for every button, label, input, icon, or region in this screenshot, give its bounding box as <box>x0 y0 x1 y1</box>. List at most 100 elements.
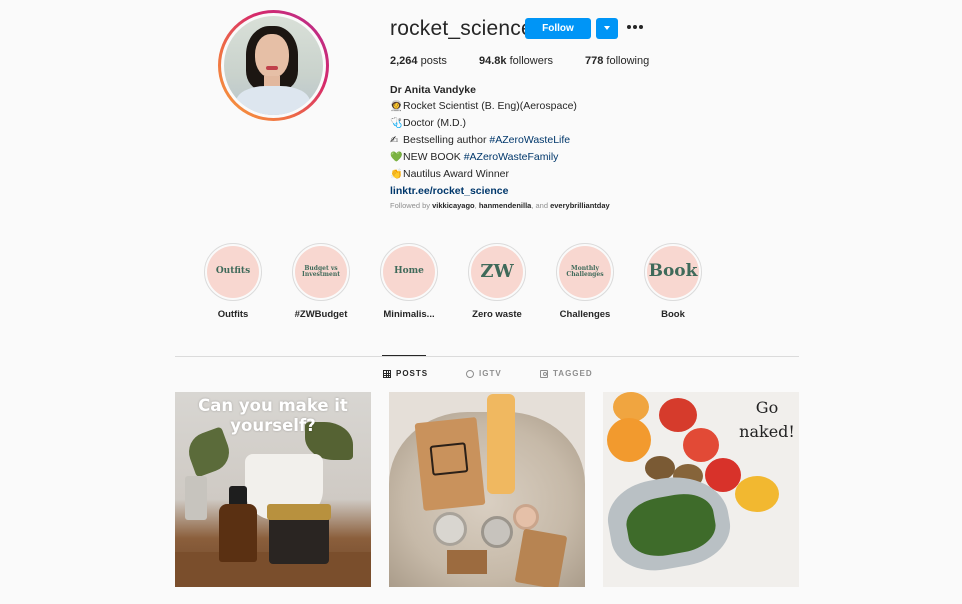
profile-bio: Dr Anita Vandyke 👩‍🚀Rocket Scientist (B.… <box>390 82 577 199</box>
highlight-cover: Book <box>647 246 699 298</box>
bio-line: 👩‍🚀Rocket Scientist (B. Eng)(Aerospace) <box>390 98 577 115</box>
orange-shape <box>607 418 651 462</box>
highlight-label: Challenges <box>559 309 611 320</box>
highlight-outfits[interactable]: Outfits Outfits <box>203 243 263 320</box>
follower-username[interactable]: everybrilliantday <box>550 201 610 210</box>
tab-label: POSTS <box>396 369 429 378</box>
tin-shape <box>433 512 467 546</box>
active-tab-indicator <box>382 355 426 356</box>
posts-count: 2,264 posts <box>390 55 447 67</box>
posts-count-value: 2,264 <box>390 55 418 67</box>
highlight-cover-ring: Monthly Challenges <box>556 243 614 301</box>
highlight-cover-ring: Home <box>380 243 438 301</box>
highlight-label: Book <box>661 309 685 320</box>
tin-shape <box>481 516 513 548</box>
stethoscope-emoji-icon: 🩺 <box>390 118 403 129</box>
post-overlay-text: Go naked! <box>739 398 795 441</box>
apple-shape <box>659 398 697 432</box>
card-shape <box>447 550 487 574</box>
bio-line-text: Nautilus Award Winner <box>403 168 510 180</box>
highlight-label: Minimalis... <box>383 309 435 320</box>
highlight-label: Outfits <box>217 309 249 320</box>
lemon-shape <box>735 476 779 512</box>
profile-website-link[interactable]: linktr.ee/rocket_science <box>390 183 577 199</box>
bio-line: 💚NEW BOOK #AZeroWasteFamily <box>390 149 577 166</box>
highlight-cover-ring: Book <box>644 243 702 301</box>
bio-line-text: Bestselling author <box>403 134 490 146</box>
writing-hand-emoji-icon: ✍ <box>390 135 399 146</box>
dot-icon <box>627 25 631 29</box>
bio-line-text: Rocket Scientist (B. Eng)(Aerospace) <box>403 100 577 112</box>
highlight-cover-ring: Outfits <box>204 243 262 301</box>
highlight-zwbudget[interactable]: Budget vs Investment #ZWBudget <box>291 243 351 320</box>
tab-posts[interactable]: POSTS <box>383 369 428 378</box>
hashtag-link[interactable]: #AZeroWasteLife <box>489 134 570 146</box>
avatar-face <box>255 34 289 78</box>
post-thumbnail[interactable] <box>389 392 585 587</box>
profile-username: rocket_science <box>390 17 533 40</box>
highlight-minimalism[interactable]: Home Minimalis... <box>379 243 439 320</box>
post-thumbnail[interactable]: Go naked! <box>603 392 799 587</box>
igtv-icon <box>466 369 474 378</box>
post-thumbnail[interactable]: Can you make it yourself? <box>175 392 371 587</box>
tagged-icon <box>540 369 548 378</box>
highlight-book[interactable]: Book Book <box>643 243 703 320</box>
following-count-label: following <box>606 55 650 67</box>
clapping-hands-emoji-icon: 👏 <box>390 169 403 180</box>
tin-shape <box>513 504 539 530</box>
bio-line: 🩺Doctor (M.D.) <box>390 115 577 132</box>
kiwi-shape <box>645 456 675 480</box>
highlight-zero-waste[interactable]: ZW Zero waste <box>467 243 527 320</box>
followed-by-prefix: Followed by <box>390 201 433 210</box>
bio-line-text: Doctor (M.D.) <box>403 117 466 129</box>
astronaut-emoji-icon: 👩‍🚀 <box>390 101 403 112</box>
box-graphic-shape <box>429 442 469 476</box>
profile-avatar[interactable] <box>218 10 329 121</box>
tab-tagged[interactable]: TAGGED <box>540 369 593 378</box>
bottle-cap-shape <box>229 486 247 506</box>
highlight-cover: Home <box>383 246 435 298</box>
avatar-shirt <box>236 86 310 115</box>
highlight-cover: Budget vs Investment <box>295 246 347 298</box>
follow-button[interactable]: Follow <box>525 18 591 39</box>
avatar-lips <box>266 66 278 70</box>
jar-shape <box>185 476 207 520</box>
dot-icon <box>639 25 643 29</box>
follower-username[interactable]: vikkicayago <box>432 201 475 210</box>
highlight-challenges[interactable]: Monthly Challenges Challenges <box>555 243 615 320</box>
grid-icon <box>383 369 391 378</box>
highlight-cover: ZW <box>471 246 523 298</box>
tag-shape <box>514 528 568 587</box>
bottle-shape <box>487 394 515 494</box>
bottle-shape <box>219 504 257 562</box>
highlight-cover-ring: Budget vs Investment <box>292 243 350 301</box>
highlight-label: Zero waste <box>472 309 522 320</box>
followers-link[interactable]: 94.8k followers <box>479 55 553 67</box>
separator: , and <box>531 201 551 210</box>
posts-count-label: posts <box>420 55 447 67</box>
chevron-down-icon <box>604 26 610 30</box>
jar-lid-shape <box>267 504 331 520</box>
suggested-accounts-button[interactable] <box>596 18 618 39</box>
follower-username[interactable]: hanmendenilla <box>479 201 532 210</box>
following-count-value: 778 <box>585 55 604 67</box>
tab-label: TAGGED <box>553 369 593 378</box>
more-options-button[interactable] <box>627 22 643 32</box>
dot-icon <box>633 25 637 29</box>
bio-line: ✍ Bestselling author #AZeroWasteLife <box>390 132 577 149</box>
highlight-cover: Monthly Challenges <box>559 246 611 298</box>
tab-igtv[interactable]: IGTV <box>466 369 502 378</box>
avatar-photo <box>224 16 323 115</box>
highlight-cover-ring: ZW <box>468 243 526 301</box>
highlight-label: #ZWBudget <box>294 309 348 320</box>
tabs-divider <box>175 356 799 357</box>
followed-by-line[interactable]: Followed by vikkicayago, hanmendenilla, … <box>390 201 610 210</box>
following-link[interactable]: 778 following <box>585 55 649 67</box>
profile-full-name: Dr Anita Vandyke <box>390 84 476 96</box>
avatar-frame <box>221 13 326 118</box>
followers-count-label: followers <box>509 55 553 67</box>
followers-count-value: 94.8k <box>479 55 507 67</box>
hashtag-link[interactable]: #AZeroWasteFamily <box>464 151 559 163</box>
apple-shape <box>683 428 719 462</box>
post-overlay-text: Can you make it yourself? <box>198 396 348 435</box>
